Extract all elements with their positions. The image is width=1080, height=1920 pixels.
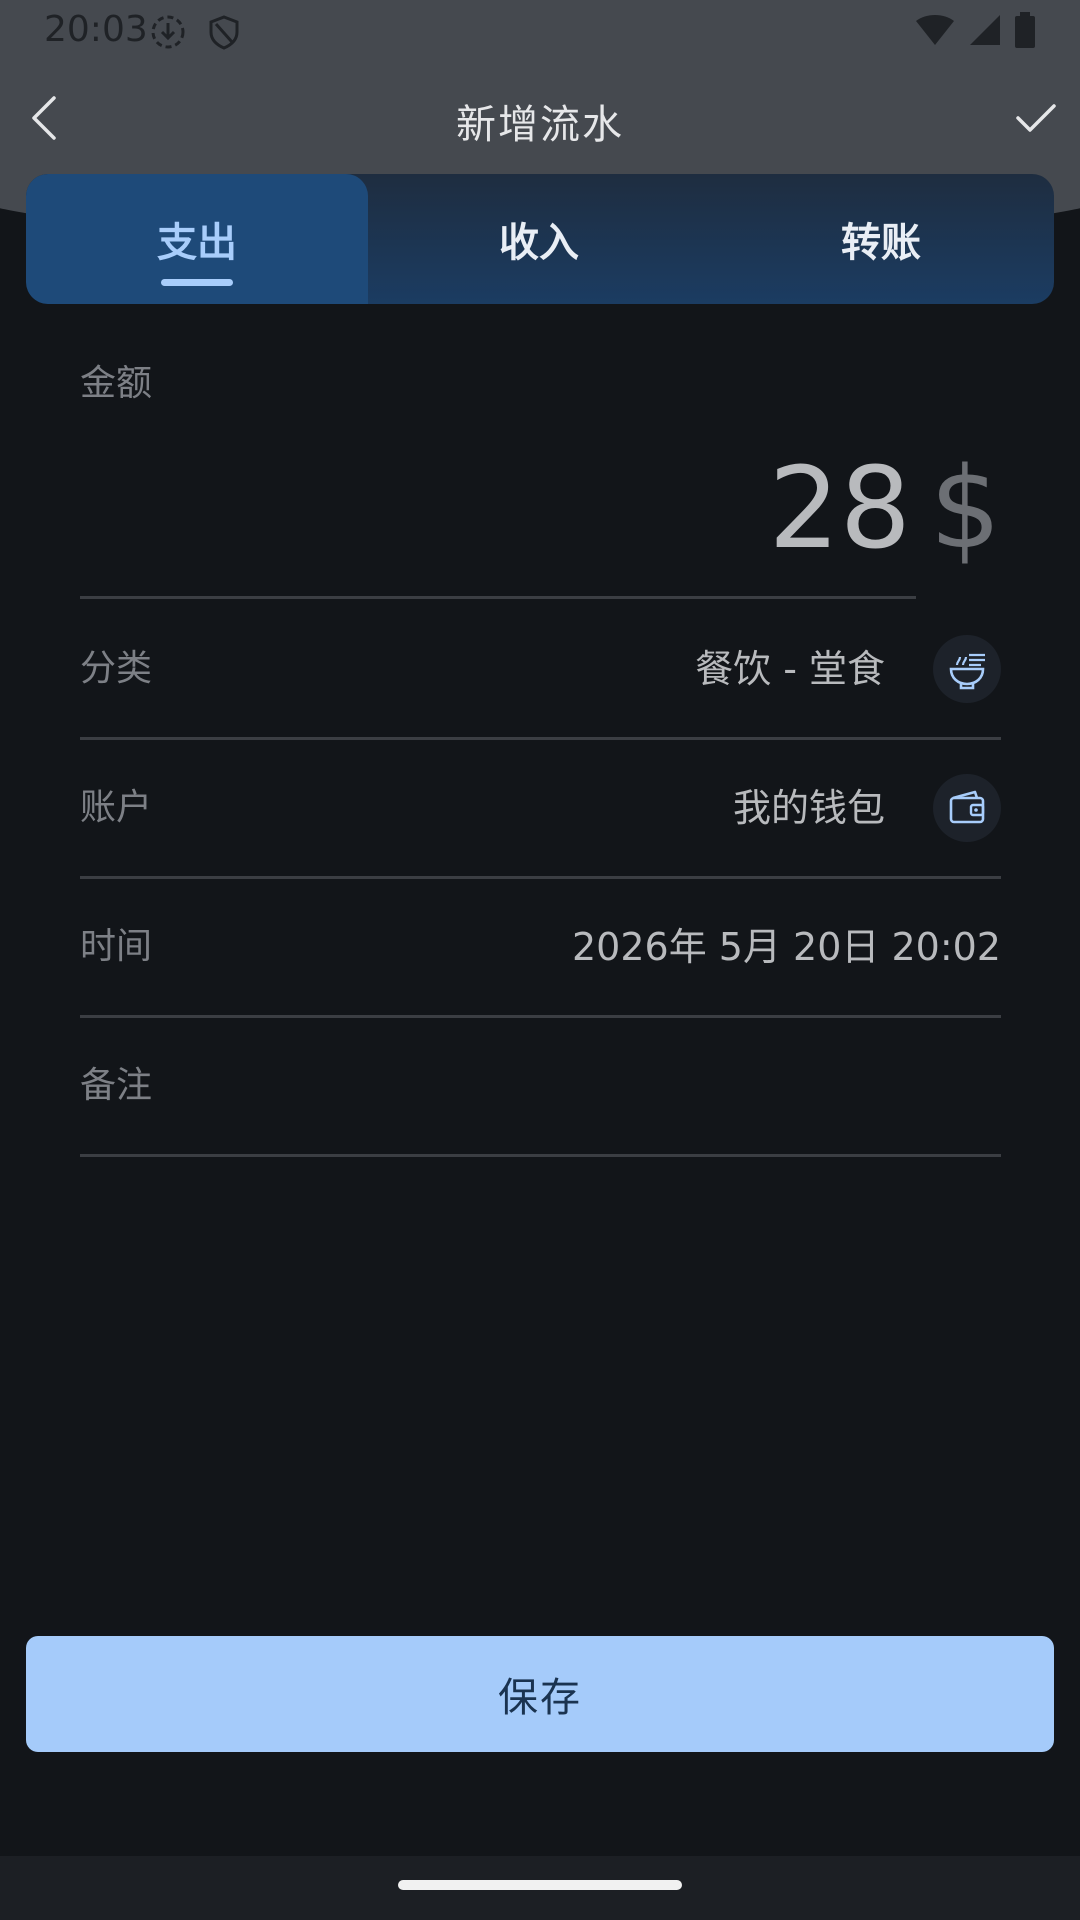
status-icons [914, 12, 1036, 52]
account-row[interactable]: 账户 我的钱包 [80, 740, 1001, 879]
status-time: 20:03 [44, 9, 148, 50]
amount-input[interactable]: 28 $ [80, 444, 1001, 574]
time-label: 时间 [80, 926, 153, 967]
time-row[interactable]: 时间 2026年 5月 20日 20:02 [80, 879, 1001, 1018]
note-label: 备注 [80, 1065, 153, 1106]
wifi-icon [914, 13, 956, 51]
page-title: 新增流水 [456, 102, 624, 148]
note-row[interactable]: 备注 [80, 1018, 1001, 1157]
transaction-type-tabs: 支出 收入 转账 [26, 174, 1054, 304]
time-value: 2026年 5月 20日 20:02 [572, 925, 1001, 969]
category-row[interactable]: 分类 餐饮 - 堂食 [80, 601, 1001, 740]
tab-label: 收入 [499, 220, 579, 266]
save-button[interactable]: 保存 [26, 1636, 1054, 1752]
tab-income[interactable]: 收入 [368, 174, 710, 304]
screen: 20:03 新增流水 支出 收入 转账 金额 28 $ 分类 餐饮 - 堂食 账… [0, 0, 1080, 1920]
amount-label: 金额 [80, 363, 153, 404]
category-value: 餐饮 - 堂食 [695, 647, 885, 691]
tab-transfer[interactable]: 转账 [710, 174, 1052, 304]
home-gesture-handle[interactable] [398, 1880, 682, 1890]
shield-icon [204, 12, 244, 52]
noodle-bowl-icon [933, 635, 1001, 703]
checkmark-icon [1014, 100, 1058, 140]
tab-expense[interactable]: 支出 [26, 174, 368, 304]
download-circle-icon [148, 12, 188, 52]
currency-symbol: $ [929, 444, 1001, 574]
tab-label: 支出 [157, 220, 237, 266]
account-label: 账户 [80, 787, 153, 828]
category-label: 分类 [80, 648, 153, 689]
app-bar: 新增流水 [0, 64, 1080, 174]
confirm-button[interactable] [1006, 90, 1066, 150]
battery-icon [1014, 12, 1036, 52]
tab-label: 转账 [841, 220, 921, 266]
cellular-signal-icon [968, 13, 1002, 51]
navigation-bar [0, 1856, 1080, 1920]
amount-value: 28 [768, 444, 911, 574]
amount-underline [80, 596, 916, 599]
wallet-icon [933, 774, 1001, 842]
account-value: 我的钱包 [732, 786, 885, 830]
status-bar: 20:03 [0, 0, 1080, 64]
active-tab-indicator [161, 279, 233, 286]
